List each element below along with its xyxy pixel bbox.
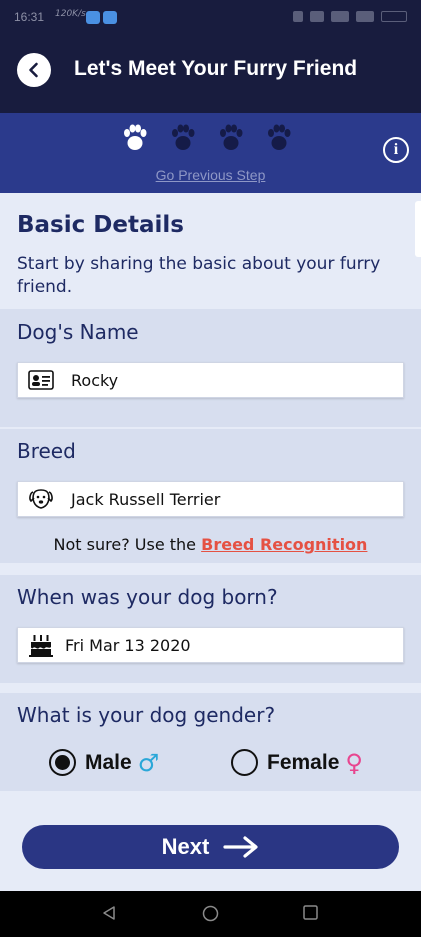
birth-date-field[interactable]: Fri Mar 13 2020 [17, 627, 404, 663]
dog-name-label: Dog's Name [17, 320, 139, 344]
gender-option-male[interactable]: Male ♂ [49, 749, 159, 776]
upload-icon [86, 11, 100, 24]
gender-option-female[interactable]: Female ♀ [231, 749, 363, 776]
status-speed: 120K/s [55, 9, 86, 19]
gender-label: What is your dog gender? [17, 703, 276, 727]
nav-recents-icon[interactable] [303, 905, 318, 920]
male-label: Male [85, 750, 132, 774]
breed-field[interactable]: Jack Russell Terrier [17, 481, 404, 517]
female-symbol-icon: ♀ [345, 748, 363, 777]
paw-step-icon-active [124, 124, 147, 150]
breed-recognition-link[interactable]: Breed Recognition [201, 535, 367, 554]
page-title: Let's Meet Your Furry Friend [74, 57, 358, 80]
male-symbol-icon: ♂ [137, 748, 160, 777]
info-icon: i [393, 141, 399, 158]
birthday-cake-icon [27, 632, 55, 658]
paw-step-icon [220, 124, 243, 150]
id-card-icon [27, 367, 55, 393]
dog-face-icon [27, 486, 55, 512]
dog-name-value: Rocky [71, 370, 119, 390]
chevron-left-icon [29, 62, 38, 78]
gender-options: Male ♂ Female ♀ [0, 749, 421, 781]
paw-step-icon [172, 124, 195, 150]
dog-name-section: Dog's Name Rocky [0, 309, 421, 427]
app-notification-icon [103, 11, 117, 24]
section-description: Start by sharing the basic about your fu… [17, 254, 381, 297]
gender-section: What is your dog gender? Male ♂ Female ♀ [0, 693, 421, 791]
nfc-icon [293, 11, 303, 22]
breed-hint: Not sure? Use the Breed Recognition [0, 535, 421, 554]
female-radio[interactable] [231, 749, 258, 776]
app-header: Let's Meet Your Furry Friend [0, 35, 421, 113]
status-bar: 16:31 120K/s [0, 0, 421, 35]
form-content[interactable]: Basic Details Start by sharing the basic… [0, 193, 421, 891]
nav-back-icon[interactable] [101, 905, 117, 921]
breed-label: Breed [17, 439, 76, 463]
info-button[interactable]: i [383, 137, 409, 163]
go-previous-step-link[interactable]: Go Previous Step [0, 167, 421, 183]
radio-selected-dot [55, 755, 70, 770]
nav-home-icon[interactable] [202, 905, 219, 922]
next-button[interactable]: Next [22, 825, 399, 869]
female-label: Female [267, 750, 340, 774]
arrow-right-icon [223, 836, 258, 858]
paw-step-icon [268, 124, 291, 150]
birth-date-label: When was your dog born? [17, 585, 278, 609]
signal-icon [356, 11, 374, 22]
battery-icon [381, 11, 407, 22]
birth-date-section: When was your dog born? Fri Mar 13 2020 [0, 575, 421, 683]
next-button-label: Next [161, 834, 210, 859]
breed-section: Breed Jack Russell Terrier Not sure? Use… [0, 429, 421, 563]
back-button[interactable] [17, 53, 51, 87]
breed-value: Jack Russell Terrier [71, 489, 221, 509]
male-radio[interactable] [49, 749, 76, 776]
birth-date-value: Fri Mar 13 2020 [65, 635, 191, 655]
status-time: 16:31 [14, 10, 45, 24]
wifi-icon [310, 11, 324, 22]
scroll-indicator [415, 201, 421, 257]
dog-name-field[interactable]: Rocky [17, 362, 404, 398]
system-nav-bar [0, 891, 421, 937]
step-progress: Go Previous Step i [0, 113, 421, 193]
signal-icon [331, 11, 349, 22]
status-indicators [293, 11, 407, 22]
breed-hint-text: Not sure? Use the [53, 535, 197, 554]
step-indicators [122, 124, 292, 152]
section-title: Basic Details [17, 212, 184, 238]
